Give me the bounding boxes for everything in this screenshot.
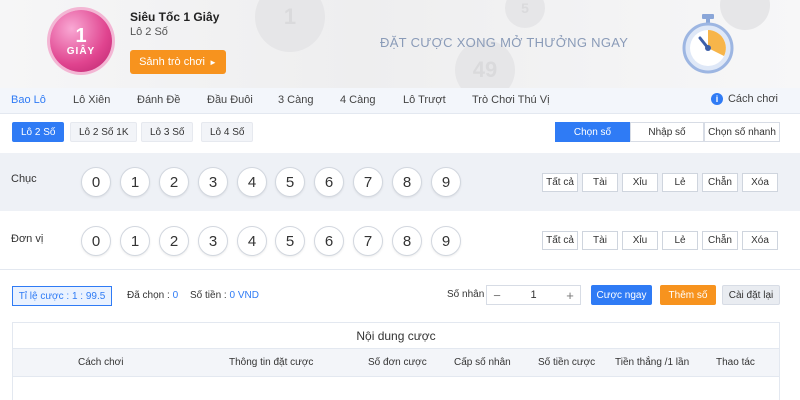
reset-button[interactable]: Cài đặt lại xyxy=(722,285,780,305)
digit-ball[interactable]: 8 xyxy=(392,226,422,256)
bg-ball-decoration: 1 xyxy=(255,0,325,52)
column-header: Thông tin đặt cược xyxy=(229,357,314,368)
select-all-button[interactable]: Tất cả xyxy=(542,231,578,250)
bet-amount: Số tiền : 0 VND xyxy=(190,290,259,301)
digit-ball[interactable]: 8 xyxy=(392,167,422,197)
tab-4-cang[interactable]: 4 Càng xyxy=(340,94,375,106)
tab-danh-de[interactable]: Đánh Đề xyxy=(137,94,180,106)
stopwatch-icon xyxy=(682,14,734,74)
digit-ball[interactable]: 2 xyxy=(159,167,189,197)
row-label-tens: Chục xyxy=(11,173,37,185)
digit-ball[interactable]: 1 xyxy=(120,167,150,197)
select-even-button[interactable]: Chẵn xyxy=(702,173,738,192)
digit-ball[interactable]: 9 xyxy=(431,226,461,256)
rules-link-label: Cách chơi xyxy=(727,93,778,105)
digit-ball[interactable]: 1 xyxy=(120,226,150,256)
info-icon: i xyxy=(710,93,723,105)
column-header: Tiền thắng /1 lần xyxy=(615,357,690,368)
column-header: Cấp số nhân xyxy=(454,357,511,368)
digit-ball[interactable]: 6 xyxy=(314,167,344,197)
digit-ball[interactable]: 7 xyxy=(353,226,383,256)
tab-3-cang[interactable]: 3 Càng xyxy=(278,94,313,106)
tab-lo-truot[interactable]: Lô Trượt xyxy=(403,94,446,106)
row-label-units: Đơn vị xyxy=(11,233,44,245)
digit-ball[interactable]: 0 xyxy=(81,226,111,256)
logo-number: 1 xyxy=(75,24,87,47)
digit-ball[interactable]: 4 xyxy=(237,167,267,197)
multiplier-input[interactable]: 1 xyxy=(507,286,560,304)
input-mode-toggle: Chọn số Nhập số Chọn số nhanh xyxy=(555,122,780,142)
digit-ball[interactable]: 9 xyxy=(431,167,461,197)
mode-nhap-so[interactable]: Nhập số xyxy=(630,122,704,142)
subtype-lo-2-so[interactable]: Lô 2 Số xyxy=(12,122,65,142)
bet-content-table: Nội dung cược Cách chơi Thông tin đặt cư… xyxy=(12,322,780,400)
select-all-button[interactable]: Tất cả xyxy=(542,173,578,192)
bet-now-button[interactable]: Cược ngay xyxy=(591,285,652,305)
select-small-button[interactable]: Xỉu xyxy=(622,231,658,250)
subtype-lo-4-so[interactable]: Lô 4 Số xyxy=(201,122,254,142)
amount-label: Số tiền : xyxy=(190,290,227,301)
column-header: Số tiền cược xyxy=(538,357,596,368)
multiplier-stepper: − 1 + xyxy=(486,285,581,305)
clear-button[interactable]: Xóa xyxy=(742,231,778,250)
decrement-button[interactable]: − xyxy=(487,286,507,304)
selected-count: Đã chọn : 0 xyxy=(127,290,178,301)
select-even-button[interactable]: Chẵn xyxy=(702,231,738,250)
select-odd-button[interactable]: Lẻ xyxy=(662,173,698,192)
digit-ball[interactable]: 7 xyxy=(353,167,383,197)
selected-label: Đã chọn : xyxy=(127,290,170,301)
column-header: Cách chơi xyxy=(78,357,124,368)
tens-row: Chục 0 1 2 3 4 5 6 7 8 9 Tất cả Tài Xỉu … xyxy=(0,153,800,211)
digit-ball[interactable]: 5 xyxy=(275,226,305,256)
mode-chon-so-nhanh[interactable]: Chọn số nhanh xyxy=(704,122,780,142)
tab-dau-duoi[interactable]: Đầu Đuôi xyxy=(207,94,253,106)
units-row: Đơn vị 0 1 2 3 4 5 6 7 8 9 Tất cả Tài Xỉ… xyxy=(0,211,800,269)
amount-value: 0 VND xyxy=(229,290,259,301)
select-small-button[interactable]: Xỉu xyxy=(622,173,658,192)
clear-button[interactable]: Xóa xyxy=(742,173,778,192)
tab-lo-xien[interactable]: Lô Xiên xyxy=(73,94,110,106)
divider xyxy=(0,269,800,270)
add-number-button[interactable]: Thêm số xyxy=(660,285,716,305)
multiplier-label: Số nhân : xyxy=(447,289,490,300)
odds-display: Tỉ lệ cược : 1 : 99.5 xyxy=(12,286,112,306)
game-subtitle: Lô 2 Số xyxy=(130,26,168,38)
logo-text: GIÂY xyxy=(66,45,96,57)
digit-ball[interactable]: 4 xyxy=(237,226,267,256)
select-odd-button[interactable]: Lẻ xyxy=(662,231,698,250)
game-logo: 1 GIÂY xyxy=(50,10,112,72)
select-big-button[interactable]: Tài xyxy=(582,231,618,250)
game-header: 1 49 5 1 GIÂY Siêu Tốc 1 Giây Lô 2 Số Sả… xyxy=(0,0,800,88)
tab-bao-lo[interactable]: Bao Lô xyxy=(11,94,46,106)
play-arrow-icon: ► xyxy=(209,57,217,67)
column-header: Số đơn cược xyxy=(368,357,427,368)
lobby-button-label: Sảnh trò chơi xyxy=(139,56,205,68)
digit-ball[interactable]: 6 xyxy=(314,226,344,256)
tab-tro-choi-thu-vi[interactable]: Trò Chơi Thú Vị xyxy=(472,94,550,106)
rules-link[interactable]: i Cách chơi xyxy=(710,93,778,105)
subtype-lo-2-so-1k[interactable]: Lô 2 Số 1K xyxy=(70,122,138,142)
digit-ball[interactable]: 2 xyxy=(159,226,189,256)
digit-ball[interactable]: 3 xyxy=(198,167,228,197)
column-header: Thao tác xyxy=(716,357,755,368)
lobby-button[interactable]: Sảnh trò chơi ► xyxy=(130,50,226,74)
table-header: Cách chơi Thông tin đặt cược Số đơn cược… xyxy=(13,349,779,377)
increment-button[interactable]: + xyxy=(560,286,580,304)
digit-ball[interactable]: 5 xyxy=(275,167,305,197)
subtype-lo-3-so[interactable]: Lô 3 Số xyxy=(141,122,194,142)
digit-ball[interactable]: 0 xyxy=(81,167,111,197)
game-title: Siêu Tốc 1 Giây xyxy=(130,10,220,24)
select-big-button[interactable]: Tài xyxy=(582,173,618,192)
selected-value: 0 xyxy=(172,290,179,301)
bg-ball-decoration: 5 xyxy=(505,0,545,28)
header-slogan: ĐẶT CƯỢC XONG MỞ THƯỞNG NGAY xyxy=(380,35,629,50)
mode-chon-so[interactable]: Chọn số xyxy=(555,122,630,142)
game-type-tabs: Bao Lô Lô Xiên Đánh Đề Đầu Đuôi 3 Càng 4… xyxy=(0,88,800,114)
digit-ball[interactable]: 3 xyxy=(198,226,228,256)
table-title: Nội dung cược xyxy=(13,323,779,349)
